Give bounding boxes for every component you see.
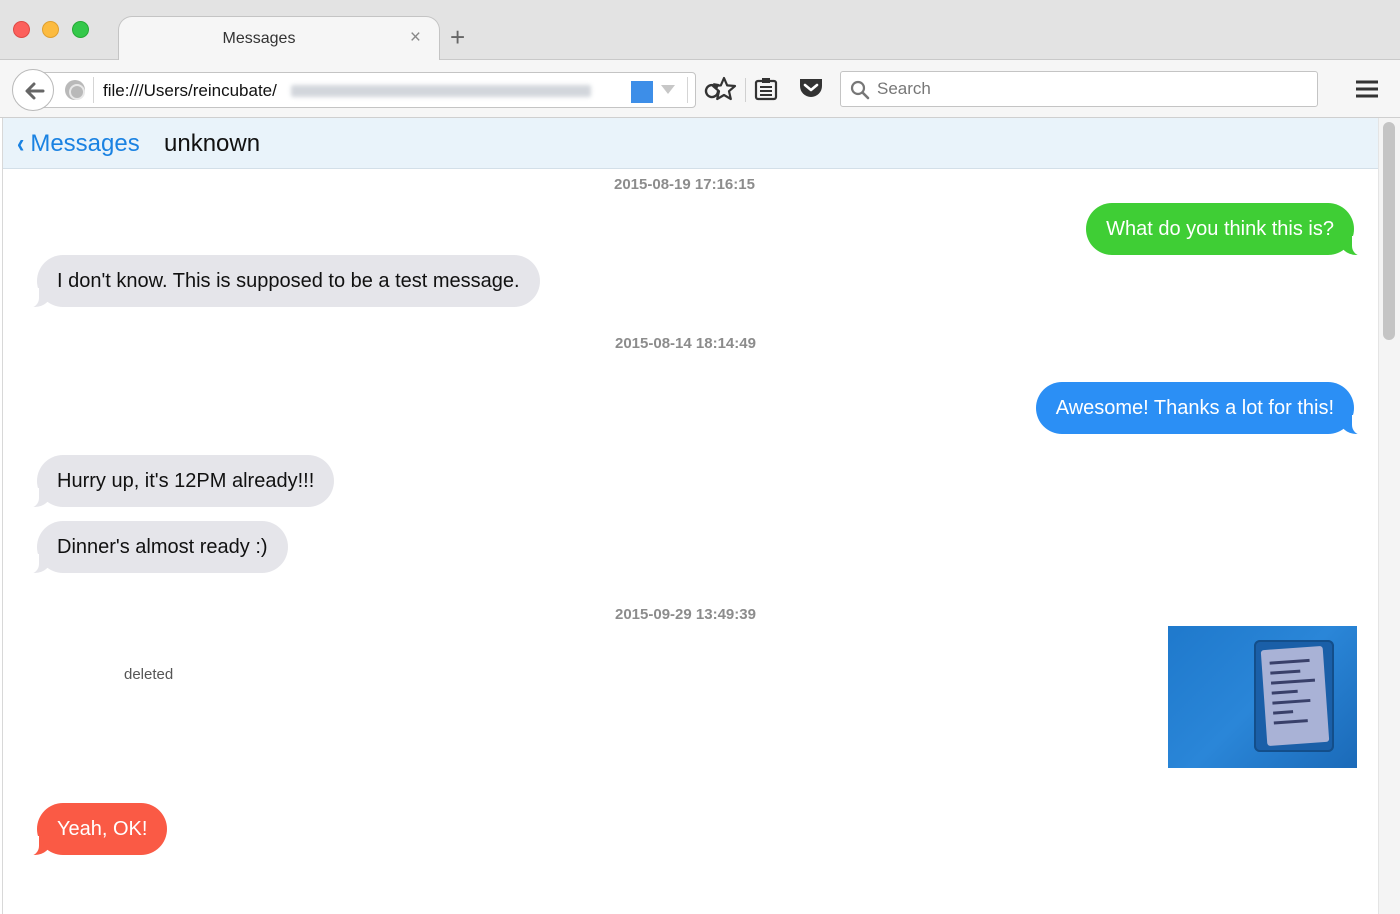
- star-icon[interactable]: [711, 76, 737, 102]
- pocket-icon[interactable]: [798, 76, 824, 100]
- title-bar: Messages × +: [0, 0, 1400, 61]
- minimize-window-button[interactable]: [42, 21, 59, 38]
- message-text: Yeah, OK!: [57, 818, 148, 840]
- back-to-messages-link[interactable]: ‹ Messages: [17, 128, 140, 159]
- url-dropdown-icon[interactable]: [661, 85, 675, 94]
- back-link-label: Messages: [30, 130, 140, 157]
- photo-sticker: [1260, 645, 1330, 747]
- message-bubble-incoming: I don't know. This is supposed to be a t…: [27, 255, 540, 308]
- toolbar-separator: [745, 78, 746, 102]
- page-scrollbar[interactable]: [1378, 118, 1400, 914]
- message-text: I don't know. This is supposed to be a t…: [57, 270, 520, 292]
- url-selection-caret: [631, 81, 653, 103]
- message-bubble-outgoing: Awesome! Thanks a lot for this!: [1035, 382, 1365, 435]
- photo-device-label: [1254, 640, 1334, 752]
- timestamp: 2015-08-14 18:14:49: [615, 335, 756, 352]
- page-content: ‹ Messages unknown 2015-08-19 17:16:15 Wh…: [2, 118, 1378, 914]
- chevron-left-icon: ‹: [17, 128, 25, 159]
- message-image-attachment[interactable]: [1168, 626, 1357, 768]
- message-text: Hurry up, it's 12PM already!!!: [57, 470, 315, 492]
- conversation-title: unknown: [164, 130, 261, 157]
- reading-list-icon[interactable]: [754, 76, 778, 102]
- zoom-window-button[interactable]: [72, 21, 89, 38]
- tab-messages[interactable]: Messages ×: [118, 16, 440, 61]
- message-bubble-incoming: Dinner's almost ready :): [27, 521, 288, 574]
- url-redacted-segment: [291, 85, 591, 97]
- url-text[interactable]: file:///Users/reincubate/: [103, 81, 277, 101]
- deleted-label: deleted: [124, 666, 174, 683]
- search-box[interactable]: [840, 71, 1318, 107]
- message-text: What do you think this is?: [1106, 218, 1334, 240]
- message-text: Awesome! Thanks a lot for this!: [1055, 397, 1334, 419]
- search-icon: [850, 80, 870, 100]
- tab-close-icon[interactable]: ×: [410, 28, 421, 47]
- nav-toolbar: file:///Users/reincubate/: [0, 60, 1400, 118]
- scrollbar-thumb[interactable]: [1383, 122, 1395, 340]
- url-divider-2: [687, 77, 688, 103]
- back-arrow-icon: [25, 82, 45, 100]
- new-tab-button[interactable]: +: [450, 24, 465, 50]
- conversation-header: ‹ Messages unknown: [3, 118, 1378, 169]
- message-bubble-outgoing: What do you think this is?: [1086, 203, 1364, 256]
- close-window-button[interactable]: [13, 21, 30, 38]
- url-divider: [93, 77, 94, 103]
- back-button[interactable]: [12, 69, 54, 111]
- timestamp: 2015-08-19 17:16:15: [614, 176, 755, 193]
- message-bubble-deleted: Yeah, OK!: [26, 803, 168, 856]
- message-text: Dinner's almost ready :): [57, 536, 268, 558]
- timestamp: 2015-09-29 13:49:39: [615, 606, 756, 623]
- hamburger-menu-icon[interactable]: [1354, 78, 1380, 100]
- globe-icon: [65, 80, 85, 100]
- tab-title: Messages: [222, 30, 296, 47]
- url-bar[interactable]: file:///Users/reincubate/: [40, 72, 720, 108]
- search-input[interactable]: [877, 78, 1297, 100]
- message-bubble-incoming: Hurry up, it's 12PM already!!!: [26, 455, 335, 508]
